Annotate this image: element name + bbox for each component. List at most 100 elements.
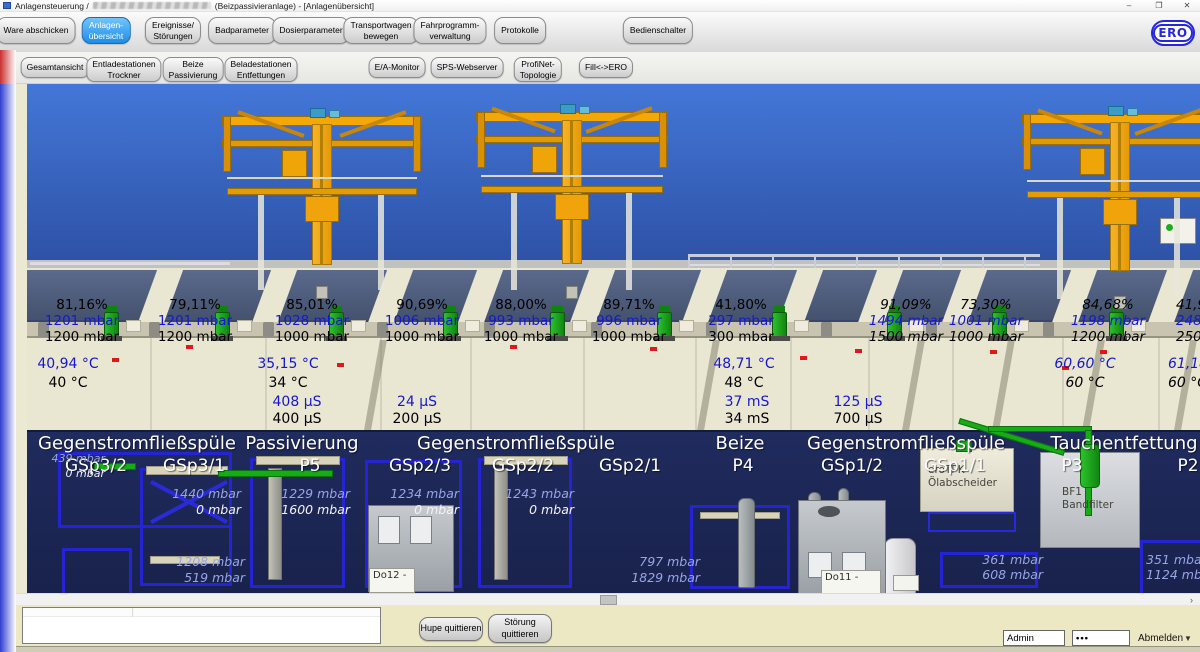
view-button-beladestationen-entfettungen[interactable]: Beladestationen Entfettungen (225, 57, 298, 82)
gauge-value: 1198 mbar (1071, 313, 1145, 329)
gauge-value: 1200 mbar (1071, 329, 1145, 345)
gauge-value: 200 µS (393, 411, 442, 428)
horizontal-scrollbar[interactable]: ‹ › (0, 593, 1200, 605)
crane-part (626, 193, 632, 290)
scene-rail (856, 254, 858, 268)
toolbar-button-ware-abschicken[interactable]: Ware abschicken (0, 17, 75, 44)
scene-plat (256, 456, 340, 465)
view-button-fill-ero[interactable]: Fill<->ERO (579, 57, 633, 78)
ack-fault-button[interactable]: Störung quittieren (488, 614, 552, 643)
gauge-group: 81,16%1201 mbar1200 mbar (45, 297, 119, 345)
toolbar-button-bedienschalter[interactable]: Bedienschalter (623, 17, 693, 44)
logout-button[interactable]: Abmelden (1138, 633, 1183, 644)
message-listbox[interactable] (22, 607, 381, 644)
scene-red (800, 356, 807, 360)
crane-part (1108, 106, 1124, 116)
gauge-group: 60,60 °C60 °C (1054, 355, 1115, 393)
scene-red (1100, 350, 1107, 354)
close-button[interactable]: ✕ (1176, 0, 1198, 11)
station-code-gsp1-2: GSp1/2 (821, 456, 883, 476)
view-button-profinet-topologie[interactable]: ProfiNet- Topologie (514, 57, 562, 82)
gauge-value: 700 µS (834, 411, 883, 428)
crane-part (305, 196, 339, 222)
station-code-p4: P4 (732, 456, 753, 476)
gauge-value: 60,60 °C (1054, 355, 1115, 374)
view-button-gesamtansicht[interactable]: Gesamtansicht (21, 57, 90, 78)
logout-dropdown-icon[interactable]: ▼ (1184, 634, 1192, 643)
scene-rail2 (688, 264, 1040, 266)
username-input[interactable] (1003, 630, 1065, 646)
gauge-group: 89,71%996 mbar1000 mbar (592, 297, 666, 345)
password-input[interactable] (1072, 630, 1130, 646)
gauge-value: 400 µS (273, 411, 322, 428)
scene-frame (250, 458, 345, 588)
gauge-value: 797 mbar (480, 554, 700, 570)
scene-wbox (351, 320, 366, 332)
view-button-beize-passivierung[interactable]: Beize Passivierung (163, 57, 224, 82)
view-button-sps-webserver[interactable]: SPS-Webserver (431, 57, 504, 78)
crane-part (1127, 108, 1138, 116)
window-title-suffix: (Beizpassivieranlage) - [Anlagenübersich… (215, 1, 374, 11)
station-name-beize: Beize (716, 433, 765, 454)
gauge-value: 84,68% (1071, 297, 1145, 313)
scene-wbox (126, 320, 141, 332)
crane-part (329, 110, 340, 118)
gauge-group: 79,11%1201 mbar1200 mbar (158, 297, 232, 345)
maximize-button[interactable]: ❐ (1148, 0, 1170, 11)
scene-seam (583, 338, 585, 430)
crane-part (378, 195, 384, 290)
station-name-gegenstromflie-sp-le: Gegenstromfließspüle (417, 433, 615, 454)
gauge-group: 41,80%297 mbar300 mbar (708, 297, 774, 345)
toolbar-button-transportwagen-bewegen[interactable]: Transportwagen bewegen (343, 17, 418, 44)
scene-mwin (410, 516, 432, 544)
minimize-button[interactable]: – (1118, 0, 1140, 11)
scene-vent (818, 506, 840, 517)
gauge-group: 48,71 °C48 °C (713, 355, 774, 393)
toolbar-button-ereignisse-st-rungen[interactable]: Ereignisse/ Störungen (145, 17, 201, 44)
toolbar-button-protokolle[interactable]: Protokolle (494, 17, 546, 44)
scroll-right-icon[interactable]: › (1185, 595, 1198, 605)
toolbar-button-fahrprogramm-verwaltung[interactable]: Fahrprogramm- verwaltung (413, 17, 486, 44)
scene-wbox (237, 320, 252, 332)
gauge-value: 60 °C (1168, 374, 1200, 393)
station-code-gsp2-1: GSp2/1 (599, 456, 661, 476)
scene-gcyl (738, 498, 755, 588)
gauge-value: 41,80% (708, 297, 774, 313)
gauge-group: 35,15 °C34 °C (257, 355, 318, 393)
scene-rail (898, 254, 900, 268)
ero-logo-text: ERO (1153, 24, 1192, 42)
view-button-e-a-monitor[interactable]: E/A-Monitor (369, 57, 426, 78)
gauge-value: 1243 mbar (354, 486, 574, 502)
scene-pump (772, 312, 787, 337)
gauge-value: 1201 mbar (158, 313, 232, 329)
machine-label-do12: Do12 - (369, 568, 415, 593)
gauge-group: 73,30%1001 mbar1000 mbar (949, 297, 1023, 345)
view-button-entladestationen-trockner[interactable]: Entladestationen Trockner (86, 57, 161, 82)
viewport-left-border (16, 84, 27, 593)
gauge-value: 91,09% (869, 297, 943, 313)
crane-part (1027, 180, 1200, 182)
scene-rail (688, 254, 690, 268)
plant-3d-view[interactable]: Do12 -Do11 -eroTPKÖlabscheiderBF1Bandfil… (0, 84, 1200, 593)
scene-seam (695, 338, 697, 430)
scene-rail (772, 254, 774, 268)
scene-red (855, 349, 862, 353)
redacted-plant-name (93, 2, 211, 9)
crane-part (481, 186, 663, 193)
scrollbar-thumb[interactable] (600, 595, 617, 605)
scene-rail2 (30, 262, 230, 265)
machine-label-line: Do12 - (373, 570, 411, 582)
gauge-group: 408 µS400 µS (273, 394, 322, 428)
ack-horn-button[interactable]: Hupe quittieren (419, 617, 483, 641)
station-name-tauchentfettung: Tauchentfettung (1050, 433, 1197, 454)
crane-part (560, 104, 576, 114)
machine-label-line: Bandfilter (1062, 499, 1134, 512)
toolbar-button-badparameter[interactable]: Badparameter (208, 17, 276, 44)
gauge-value: 88,00% (484, 297, 558, 313)
scene-frame2 (928, 512, 1016, 532)
station-code-p2: P2 (1177, 456, 1198, 476)
scene-rail (688, 254, 1040, 257)
toolbar-button-anlagen-bersicht[interactable]: Anlagen- übersicht (82, 17, 131, 44)
machine-label-line: BF1 (1062, 486, 1134, 499)
toolbar-button-dosierparameter[interactable]: Dosierparameter (272, 17, 349, 44)
